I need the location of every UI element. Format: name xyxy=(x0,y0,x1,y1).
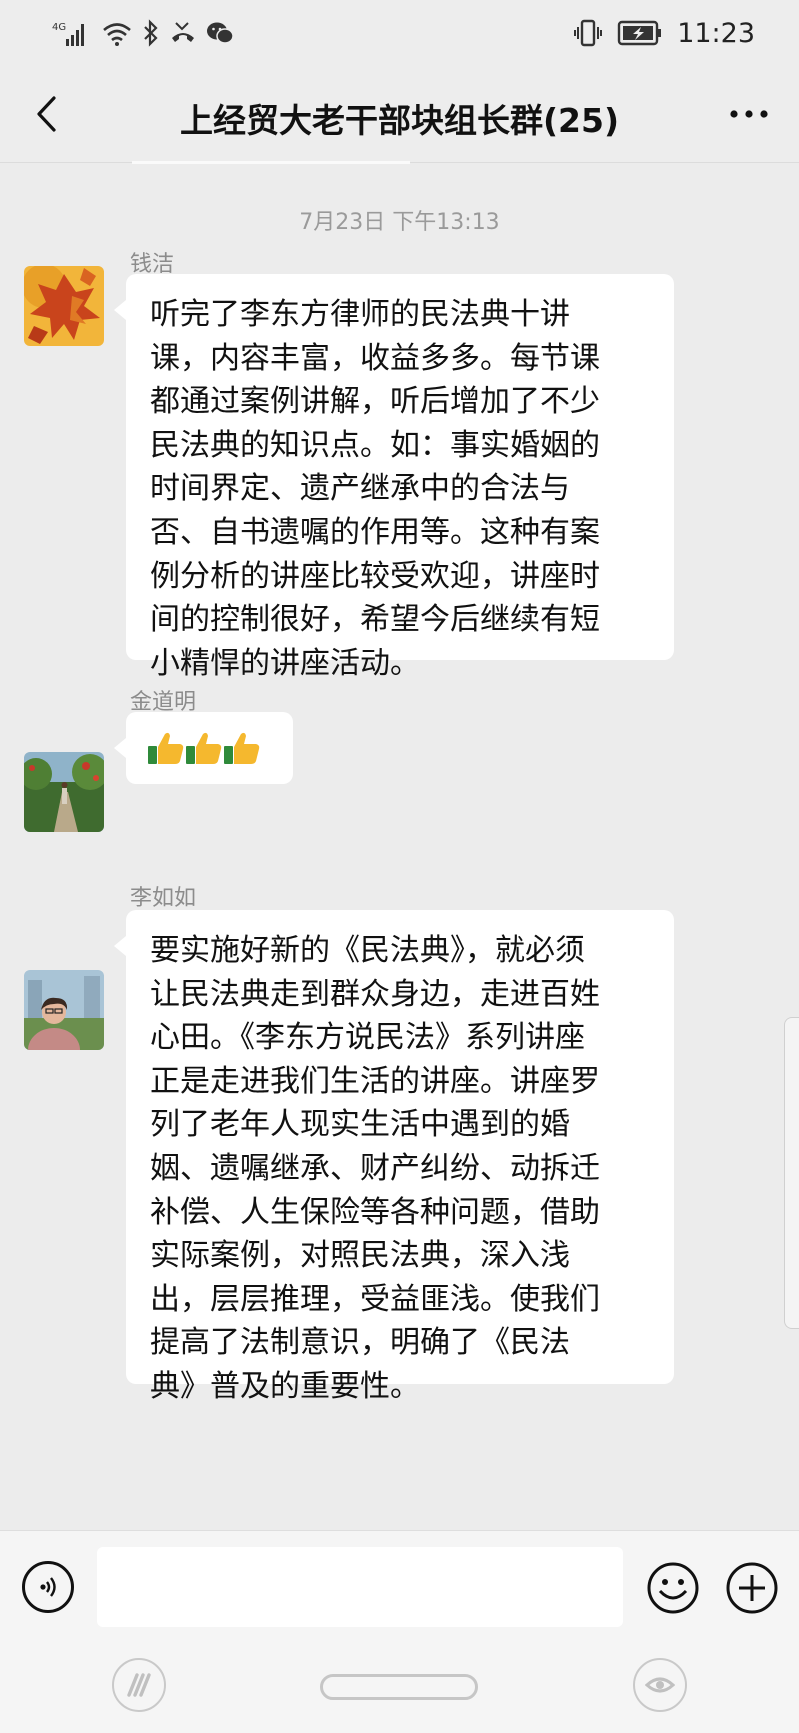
nav-left-button[interactable] xyxy=(112,1658,166,1712)
message-text-line: 出，层层推理，受益匪浅。使我们 xyxy=(150,1281,600,1317)
plus-icon xyxy=(726,1562,778,1614)
message-text-line: 民法典的知识点。如：事实婚姻的 xyxy=(150,427,600,463)
voice-icon xyxy=(40,1577,56,1597)
clock-time: 11:23 xyxy=(677,17,755,49)
avatar[interactable] xyxy=(24,266,104,346)
autumn-leaves-avatar xyxy=(24,266,104,346)
wechat-icon xyxy=(207,22,234,44)
eye-icon xyxy=(645,1677,675,1693)
thumbs-up-icon xyxy=(148,732,184,764)
message-text-line: 补偿、人生保险等各种问题，借助 xyxy=(150,1194,600,1230)
thumbs-up-icon xyxy=(224,732,260,764)
battery-charging-icon xyxy=(617,20,662,46)
message-text-line: 列了老年人现实生活中遇到的婚 xyxy=(150,1107,570,1143)
thumbs-up-icon xyxy=(186,732,222,764)
vibrate-icon xyxy=(574,19,603,47)
message-text-line: 正是走进我们生活的讲座。讲座罗 xyxy=(150,1063,600,1099)
home-indicator[interactable] xyxy=(320,1674,478,1700)
avatar[interactable] xyxy=(24,752,104,832)
more-functions-button[interactable] xyxy=(725,1561,779,1615)
system-nav-bar xyxy=(0,1648,799,1733)
network-type-label: 4G xyxy=(52,22,66,33)
message-timestamp: 7月23日 下午13:13 xyxy=(299,210,500,235)
more-options-button[interactable] xyxy=(725,96,773,132)
message-text-line: 课，内容丰富，收益多多。每节课 xyxy=(150,340,600,376)
wifi-icon xyxy=(103,23,131,46)
avatar[interactable] xyxy=(24,970,104,1050)
sender-name: 李如如 xyxy=(130,886,197,911)
garden-path-avatar xyxy=(24,752,104,832)
message-text-line: 实际案例，对照民法典，深入浅 xyxy=(150,1238,570,1274)
status-icons-left: 4G xyxy=(52,18,234,48)
signal-icon: 4G xyxy=(52,22,84,46)
message-text-line: 让民法典走到群众身边，走进百姓 xyxy=(150,976,600,1012)
message-text-line: 要实施好新的《民法典》，就必须 xyxy=(150,933,585,968)
person-portrait-avatar xyxy=(24,970,104,1050)
voice-button[interactable] xyxy=(22,1561,74,1613)
message-text-line: 否、自书遗嘱的作用等。这种有案 xyxy=(150,514,600,550)
status-bar: 4G 11:23 xyxy=(0,0,799,66)
nav-right-button[interactable] xyxy=(633,1658,687,1712)
message-bubble[interactable] xyxy=(114,712,293,784)
chat-header: 上经贸大老干部块组长群(25) xyxy=(0,66,799,163)
missed-call-icon xyxy=(172,22,194,42)
message-text-line: 心田。《李东方说民法》系列讲座 xyxy=(150,1020,585,1056)
message-text-line: 时间界定、遗产继承中的合法与 xyxy=(150,471,570,507)
message-text-line: 典》普及的重要性。 xyxy=(150,1368,420,1404)
message-text-line: 间的控制很好，希望今后继续有短 xyxy=(150,602,600,638)
message-bubble[interactable]: 听完了李东方律师的民法典十讲 课，内容丰富，收益多多。每节课 都通过案例讲解，听… xyxy=(114,274,674,681)
message-input[interactable] xyxy=(97,1547,623,1627)
message-text-line: 姻、遗嘱继承、财产纠纷、动拆迁 xyxy=(150,1150,600,1186)
emoji-button[interactable] xyxy=(646,1561,700,1615)
message-list[interactable]: 7月23日 下午13:13 钱洁 听完了李东方律师的民法典十讲 课，内容丰富，收… xyxy=(0,162,799,1530)
more-dots-icon xyxy=(730,110,768,118)
message-text-line: 小精悍的讲座活动。 xyxy=(150,645,420,681)
bluetooth-icon xyxy=(144,19,158,47)
message-text-line: 例分析的讲座比较受欢迎，讲座时 xyxy=(150,558,600,594)
emoji-icon xyxy=(647,1562,699,1614)
app-switch-icon xyxy=(127,1673,151,1697)
message-text-line: 听完了李东方律师的民法典十讲 xyxy=(150,297,570,332)
page-title: 上经贸大老干部块组长群(25) xyxy=(179,101,620,140)
message-bubble[interactable]: 要实施好新的《民法典》，就必须 让民法典走到群众身边，走进百姓 心田。《李东方说… xyxy=(114,910,674,1404)
input-bar xyxy=(0,1530,799,1649)
message-text-line: 都通过案例讲解，听后增加了不少 xyxy=(150,384,600,420)
message-text-line: 提高了法制意识，明确了《民法 xyxy=(150,1325,570,1361)
status-icons-right: 11:23 xyxy=(573,16,755,50)
scrollbar[interactable] xyxy=(784,1017,799,1329)
